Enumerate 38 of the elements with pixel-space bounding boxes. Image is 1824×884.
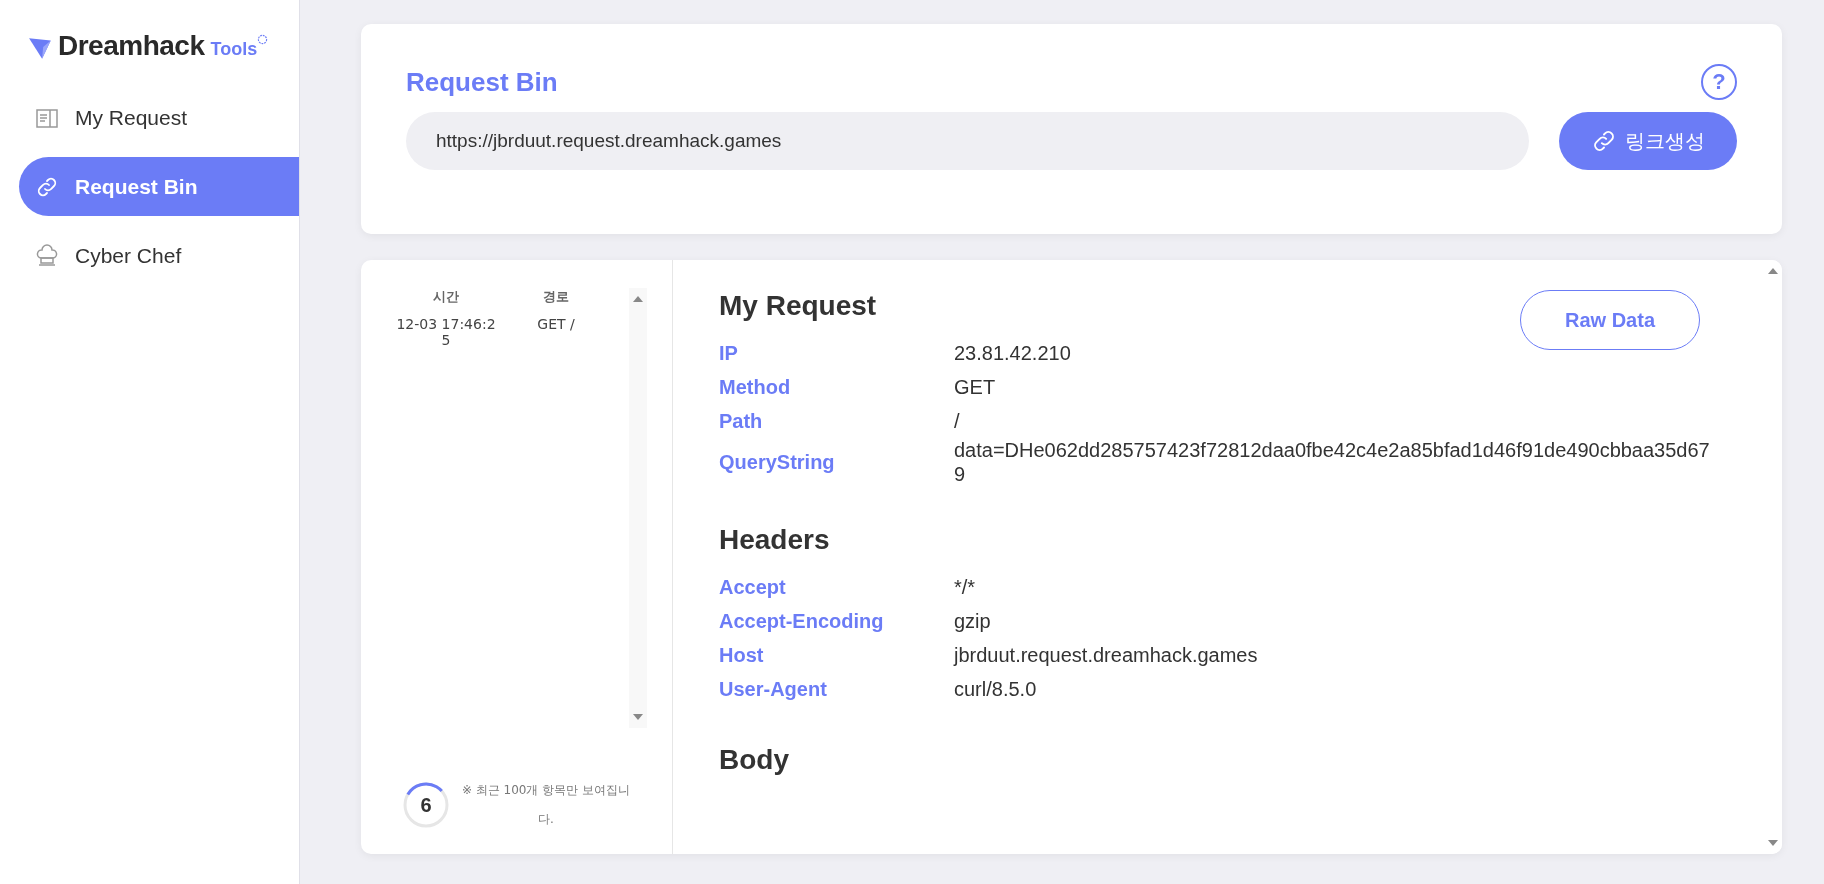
limit-note: ※ 최근 100개 항목만 보여집니다. <box>461 782 631 829</box>
section-heading: Headers <box>719 524 830 556</box>
field-value: / <box>954 409 961 433</box>
field-label: Accept <box>719 575 787 599</box>
section-heading: Body <box>719 744 789 776</box>
generate-link-button[interactable]: 링크생성 <box>1559 112 1737 170</box>
url-field[interactable]: https://jbrduut.request.dreamhack.games <box>406 112 1529 170</box>
scrollbar[interactable] <box>1764 260 1782 854</box>
section-heading: My Request <box>719 290 877 322</box>
section-title: Request Bin <box>406 66 558 98</box>
field-value: data=DHe062dd285757423f72812daa0fbe42c4e2a85bfad1d46f91de490cbbaa35d679 <box>954 438 1711 486</box>
request-row[interactable]: 12-03 17:46:25 GET / <box>391 316 611 348</box>
chef-hat-icon <box>35 243 59 268</box>
field-label: Method <box>719 375 792 399</box>
column-header: 경로 <box>542 288 570 306</box>
sidebar-item[interactable]: My Request <box>19 88 299 147</box>
field-label: Path <box>719 409 764 433</box>
scrollbar[interactable] <box>629 288 647 728</box>
field-value: */* <box>954 575 977 599</box>
field-value: curl/8.5.0 <box>954 677 1038 701</box>
field-label: Host <box>719 643 765 667</box>
column-header: 시간 <box>432 288 460 306</box>
field-value: gzip <box>954 609 992 633</box>
logo-text: Dreamhack <box>58 30 205 62</box>
logo-icon <box>28 35 54 61</box>
field-label: User-Agent <box>719 677 828 701</box>
sidebar-item[interactable]: Cyber Chef <box>19 226 299 285</box>
field-label: IP <box>719 341 739 365</box>
raw-data-button[interactable]: Raw Data <box>1520 290 1700 350</box>
sidebar-item[interactable]: Request Bin <box>19 157 299 216</box>
field-value: 23.81.42.210 <box>954 341 1072 365</box>
link-icon <box>1591 128 1617 154</box>
field-label: QueryString <box>719 450 836 474</box>
logo-suffix: Tools <box>210 39 258 60</box>
field-value: GET <box>954 375 997 399</box>
help-button[interactable]: ? <box>1701 64 1737 100</box>
field-label: Accept-Encoding <box>719 609 885 633</box>
field-value: jbrduut.request.dreamhack.games <box>954 643 1259 667</box>
